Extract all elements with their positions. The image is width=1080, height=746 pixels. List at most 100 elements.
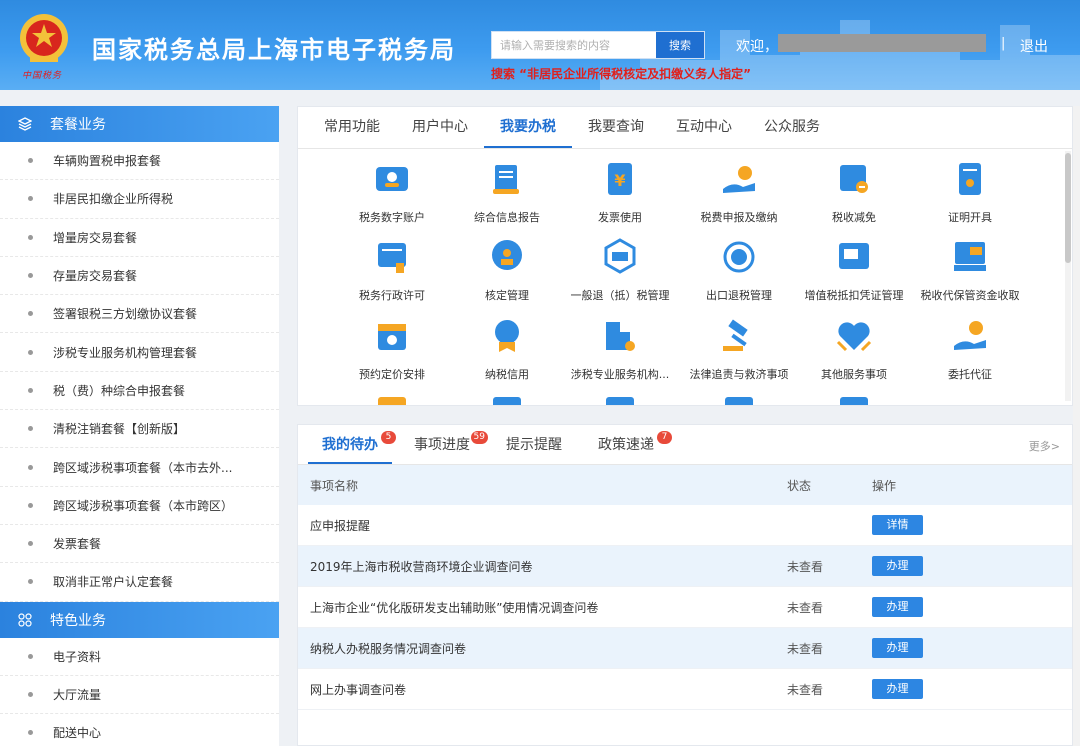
sidebar-item[interactable]: 跨区域涉税事项套餐（本市去外...: [0, 448, 279, 487]
function-item[interactable]: 核定管理: [447, 237, 567, 303]
sidebar-item[interactable]: 大厅流量: [0, 676, 279, 715]
task-status: 未查看: [787, 559, 824, 574]
sidebar-item[interactable]: 清税注销套餐【创新版】: [0, 410, 279, 449]
task-action-button[interactable]: 办理: [872, 638, 923, 658]
sidebar-item[interactable]: 配送中心: [0, 714, 279, 746]
tab-todo[interactable]: 事项进度 59: [400, 425, 488, 464]
bullet-icon: [28, 349, 33, 355]
search-hint-link[interactable]: 搜索 “非居民企业所得税核定及扣缴义务人指定”: [491, 65, 751, 82]
function-item[interactable]: 纳税信用: [447, 316, 567, 382]
task-name: 2019年上海市税收营商环境企业调查问卷: [310, 559, 533, 574]
bullet-icon: [28, 387, 33, 393]
sidebar-item[interactable]: 车辆购置税申报套餐: [0, 142, 279, 181]
function-item[interactable]: 综合信息报告: [447, 159, 567, 225]
sidebar-item[interactable]: 签署银税三方划缴协议套餐: [0, 295, 279, 334]
tab-label: 提示提醒: [506, 437, 562, 453]
bullet-icon: [28, 234, 33, 240]
more-link[interactable]: 更多>: [1029, 438, 1060, 454]
col-action-header: 操作: [872, 478, 897, 493]
function-item[interactable]: 委托代征: [910, 316, 1030, 382]
tab-todo[interactable]: 政策速递 7: [584, 425, 672, 464]
tab-todo[interactable]: 我的待办 5: [308, 425, 396, 464]
sidebar-item[interactable]: 电子资料: [0, 638, 279, 676]
page-scrollbar[interactable]: [1073, 106, 1080, 746]
sidebar-item[interactable]: 取消非正常户认定套餐: [0, 563, 279, 602]
function-item[interactable]: 法律追责与救济事项: [679, 316, 799, 382]
tab-main[interactable]: 我要办税: [484, 107, 572, 148]
function-item-partial[interactable]: [679, 393, 799, 405]
sidebar-item[interactable]: 存量房交易套餐: [0, 257, 279, 296]
tab-label: 事项进度: [414, 437, 470, 453]
bullet-icon: [28, 273, 33, 279]
function-item[interactable]: 出口退税管理: [679, 237, 799, 303]
sidebar-item[interactable]: 增量房交易套餐: [0, 219, 279, 257]
task-action-button[interactable]: 办理: [872, 679, 923, 699]
sidebar-section-label: 套餐业务: [50, 117, 106, 133]
search-button[interactable]: 搜索: [656, 32, 704, 58]
sidebar-section-package[interactable]: 套餐业务: [0, 106, 279, 142]
sidebar-section-special[interactable]: 特色业务: [0, 601, 279, 638]
certificate-icon: [950, 159, 990, 199]
function-item[interactable]: 涉税专业服务机构...: [560, 316, 680, 382]
tab-main[interactable]: 我要查询: [572, 107, 660, 148]
function-item[interactable]: ¥ 发票使用: [560, 159, 680, 225]
verification-icon: [487, 237, 527, 277]
task-status: 未查看: [787, 600, 824, 615]
sidebar-item[interactable]: 跨区域涉税事项套餐（本市跨区）: [0, 487, 279, 525]
function-label: 其他服务事项: [821, 368, 887, 381]
logout-link[interactable]: 退出: [1020, 36, 1048, 56]
function-icon: [372, 393, 412, 405]
tab-todo[interactable]: 提示提醒: [492, 425, 576, 464]
task-name: 上海市企业“优化版研发支出辅助账”使用情况调查问卷: [310, 600, 599, 615]
tab-main[interactable]: 用户中心: [396, 107, 484, 148]
tab-main[interactable]: 公众服务: [748, 107, 836, 148]
task-action-button[interactable]: 办理: [872, 556, 923, 576]
function-item[interactable]: 预约定价安排: [332, 316, 452, 382]
function-item[interactable]: 证明开具: [910, 159, 1030, 225]
function-item-partial[interactable]: [332, 393, 452, 405]
export-refund-icon: [719, 237, 759, 277]
emblem-caption: 中国税务: [22, 71, 63, 81]
sidebar-item[interactable]: 税（费）种综合申报套餐: [0, 372, 279, 411]
function-item-partial[interactable]: [794, 393, 914, 405]
grid-icon: [18, 612, 32, 627]
task-action-button[interactable]: 详情: [872, 515, 923, 535]
custody-fund-icon: [950, 237, 990, 277]
svg-text:¥: ¥: [614, 171, 625, 190]
function-item[interactable]: 一般退（抵）税管理: [560, 237, 680, 303]
function-label: 一般退（抵）税管理: [570, 289, 670, 302]
site-title: 国家税务总局上海市电子税务局: [92, 36, 456, 64]
search-input[interactable]: [492, 32, 656, 58]
tab-main[interactable]: 互动中心: [660, 107, 748, 148]
function-panel: 常用功能 用户中心 我要办税 我要查询 互动中心 公众服务 税务数字账户 综合信息报告 ¥ 发票…: [297, 106, 1073, 406]
table-row: 纳税人办税服务情况调查问卷 未查看 办理: [298, 628, 1072, 669]
sidebar-item[interactable]: 发票套餐: [0, 525, 279, 564]
sidebar-item[interactable]: 非居民扣缴企业所得税: [0, 180, 279, 219]
function-item-partial[interactable]: [560, 393, 680, 405]
sidebar-item-label: 配送中心: [53, 726, 102, 741]
function-item[interactable]: 税务数字账户: [332, 159, 452, 225]
function-label: 纳税信用: [485, 368, 529, 381]
function-item[interactable]: 其他服务事项: [794, 316, 914, 382]
function-label: 预约定价安排: [359, 368, 425, 381]
tab-main[interactable]: 常用功能: [308, 107, 396, 148]
function-label: 核定管理: [485, 289, 529, 302]
sidebar-item-label: 签署银税三方划缴协议套餐: [53, 307, 198, 322]
panel-scrollbar[interactable]: [1065, 151, 1071, 401]
function-item[interactable]: 税费申报及缴纳: [679, 159, 799, 225]
function-item[interactable]: 增值税抵扣凭证管理: [794, 237, 914, 303]
tax-payment-icon: [719, 159, 759, 199]
function-label: 涉税专业服务机构...: [570, 368, 670, 381]
function-item[interactable]: 税收减免: [794, 159, 914, 225]
scrollbar-thumb[interactable]: [1065, 153, 1071, 263]
function-item[interactable]: 税收代保管资金收取: [910, 237, 1030, 303]
task-action-button[interactable]: 办理: [872, 597, 923, 617]
sidebar-item[interactable]: 涉税专业服务机构管理套餐: [0, 333, 279, 372]
function-item[interactable]: 税务行政许可: [332, 237, 452, 303]
function-icon: [719, 393, 759, 405]
legal-hammer-icon: [719, 316, 759, 356]
tab-label: 政策速递: [598, 437, 654, 453]
search-box: 搜索: [491, 31, 705, 59]
function-item-partial[interactable]: [447, 393, 567, 405]
vat-voucher-icon: [834, 237, 874, 277]
